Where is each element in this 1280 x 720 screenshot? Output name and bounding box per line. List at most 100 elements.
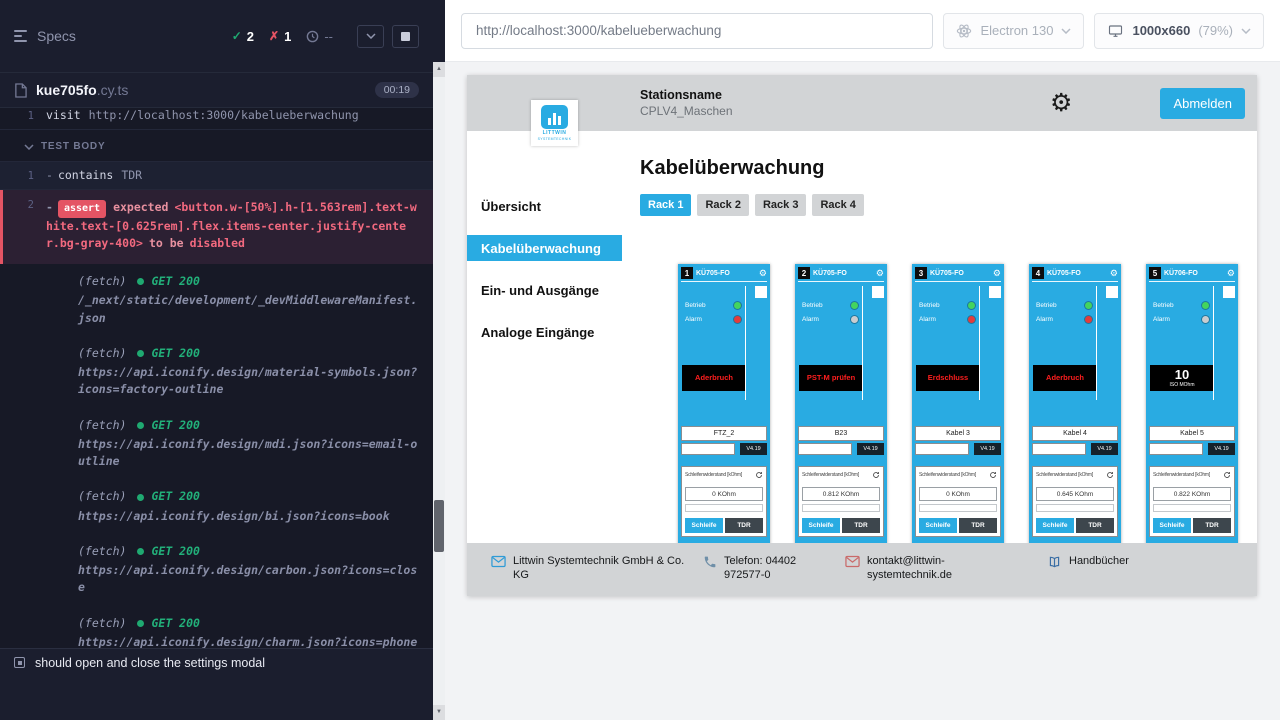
company-name: Littwin Systemtechnik GmbH & Co. KG (513, 554, 693, 583)
alarm-led (1202, 316, 1209, 323)
station-label: Stationsname (640, 88, 733, 102)
scrollbar-thumb[interactable] (434, 500, 444, 552)
resistance-label: Schleifenwiderstand [kOhm] (1036, 472, 1093, 478)
spec-name: kue705fo.cy.ts (36, 82, 128, 98)
browser-url-bar: http://localhost:3000/kabelueberwachung … (445, 0, 1280, 62)
test-body-section[interactable]: TEST BODY (0, 130, 433, 161)
tdr-button[interactable]: TDR (842, 518, 880, 533)
url-input[interactable]: http://localhost:3000/kabelueberwachung (461, 13, 933, 49)
alarm-row: Alarm (919, 316, 975, 323)
reporter-panel: Specs ✓ 2 ✗ 1 -- (0, 0, 433, 720)
empty-field (919, 504, 997, 512)
status-display: PST-M prüfen (799, 365, 863, 391)
scroll-up-arrow[interactable]: ▲ (433, 62, 445, 77)
fetch-head: (fetch) GET 200 (78, 273, 419, 290)
next-test-row[interactable]: should open and close the settings modal (0, 648, 433, 676)
rack-tab[interactable]: Rack 3 (755, 194, 806, 216)
sidebar-nav-item[interactable]: Ein- und Ausgänge (467, 277, 622, 303)
fetch-entry[interactable]: (fetch) GET 200 https://api.iconify.desi… (0, 408, 433, 480)
browser-select[interactable]: Electron 130 (943, 13, 1084, 49)
specs-label[interactable]: Specs (37, 28, 76, 44)
contains-command-row[interactable]: 1 - contains TDR (0, 161, 433, 190)
schleife-button[interactable]: Schleife (1153, 518, 1191, 533)
stop-icon (401, 32, 410, 41)
fetch-entry[interactable]: (fetch) GET 200 https://api.iconify.desi… (0, 606, 433, 648)
tdr-button[interactable]: TDR (959, 518, 997, 533)
alarm-row: Alarm (1153, 316, 1209, 323)
status-text: PST-M prüfen (807, 374, 855, 382)
refresh-icon[interactable] (989, 471, 997, 479)
fetch-entry[interactable]: (fetch) GET 200 https://api.iconify.desi… (0, 534, 433, 606)
spec-extension: .cy.ts (97, 82, 129, 98)
tdr-button[interactable]: TDR (725, 518, 763, 533)
schleife-button[interactable]: Schleife (1036, 518, 1074, 533)
app-main: Kabelüberwachung Rack 1 Rack 2 Rack 3 Ra… (622, 131, 1257, 543)
status-text: 10 (1175, 368, 1189, 382)
betrieb-label: Betrieb (1036, 302, 1057, 309)
assert-message: -assertexpected<button.w-[50%].h-[1.563r… (46, 199, 419, 253)
stop-button[interactable] (392, 25, 419, 48)
schleife-button[interactable]: Schleife (802, 518, 840, 533)
sidebar-nav-item[interactable]: Analoge Eingänge (467, 319, 622, 345)
card-settings-icon[interactable]: ⚙ (759, 269, 767, 278)
fetch-url: https://api.iconify.design/mdi.json?icon… (78, 436, 419, 471)
resistance-header: Schleifenwiderstand [kOhm] (919, 471, 997, 479)
cable-name: Kabel 3 (915, 426, 1001, 441)
tdr-button[interactable]: TDR (1076, 518, 1114, 533)
fetch-entry[interactable]: (fetch) GET 200 https://api.iconify.desi… (0, 336, 433, 408)
scrollbar-track[interactable] (433, 62, 445, 720)
card-settings-icon[interactable]: ⚙ (993, 269, 1001, 278)
collapse-button[interactable] (357, 25, 384, 48)
alarm-row: Alarm (802, 316, 858, 323)
card-settings-icon[interactable]: ⚙ (1110, 269, 1118, 278)
scroll-down-arrow[interactable]: ▼ (433, 705, 445, 720)
card-indicator-box (1106, 286, 1118, 298)
littwin-logo: LITTWIN SYSTEMTECHNIK (531, 100, 578, 146)
refresh-icon[interactable] (755, 471, 763, 479)
spec-bar[interactable]: kue705fo.cy.ts 00:19 (0, 72, 433, 108)
card-settings-icon[interactable]: ⚙ (876, 269, 884, 278)
betrieb-row: Betrieb (802, 302, 858, 309)
resistance-header: Schleifenwiderstand [kOhm] (802, 471, 880, 479)
schleife-button[interactable]: Schleife (685, 518, 723, 533)
nav-item-label: Ein- und Ausgänge (481, 283, 599, 298)
refresh-icon[interactable] (1106, 471, 1114, 479)
failed-assert-row[interactable]: 2 -assertexpected<button.w-[50%].h-[1.56… (0, 190, 433, 264)
card-model: KÜ705-FO (813, 270, 873, 277)
rack-tab[interactable]: Rack 4 (812, 194, 863, 216)
fetch-label: (fetch) (78, 417, 126, 434)
version-row: V4.19 (798, 443, 884, 455)
command-dash: - (46, 168, 53, 182)
visit-command-row[interactable]: 1 visit http://localhost:3000/kabelueber… (0, 108, 433, 130)
fetch-entry[interactable]: (fetch) GET 200 /_next/static/developmen… (0, 264, 433, 336)
logout-button[interactable]: Abmelden (1160, 88, 1245, 119)
card-header: 4 KÜ705-FO ⚙ (1032, 267, 1118, 282)
refresh-icon[interactable] (872, 471, 880, 479)
rack-tab[interactable]: Rack 2 (697, 194, 748, 216)
tdr-button[interactable]: TDR (1193, 518, 1231, 533)
refresh-icon[interactable] (1223, 471, 1231, 479)
email-icon (845, 555, 860, 568)
fetch-status: GET 200 (151, 615, 199, 632)
resistance-label: Schleifenwiderstand [kOhm] (802, 472, 859, 478)
viewport-select[interactable]: 1000x660 (79%) (1094, 13, 1264, 49)
resistance-header: Schleifenwiderstand [kOhm] (1036, 471, 1114, 479)
status-ok-dot (137, 548, 144, 555)
card-divider (1213, 286, 1214, 400)
settings-gear-icon[interactable]: ⚙ (1050, 91, 1072, 116)
sidebar-nav-item[interactable]: Übersicht (467, 193, 622, 219)
fetch-head: (fetch) GET 200 (78, 543, 419, 560)
card-settings-icon[interactable]: ⚙ (1227, 269, 1235, 278)
line-number: 1 (0, 170, 46, 182)
schleife-button[interactable]: Schleife (919, 518, 957, 533)
card-header: 3 KÜ705-FO ⚙ (915, 267, 1001, 282)
app-body: Übersicht Kabelüberwachung Ein- und Ausg… (467, 131, 1257, 543)
rack-tab[interactable]: Rack 1 (640, 194, 691, 216)
sidebar-nav-item[interactable]: Kabelüberwachung (467, 235, 622, 261)
specs-menu-icon[interactable] (14, 30, 27, 42)
fetch-entry[interactable]: (fetch) GET 200 https://api.iconify.desi… (0, 479, 433, 534)
footer-manuals[interactable]: Handbücher (1047, 554, 1129, 569)
status-display: Aderbruch (1033, 365, 1097, 391)
alarm-led (851, 316, 858, 323)
alarm-label: Alarm (1153, 316, 1170, 323)
